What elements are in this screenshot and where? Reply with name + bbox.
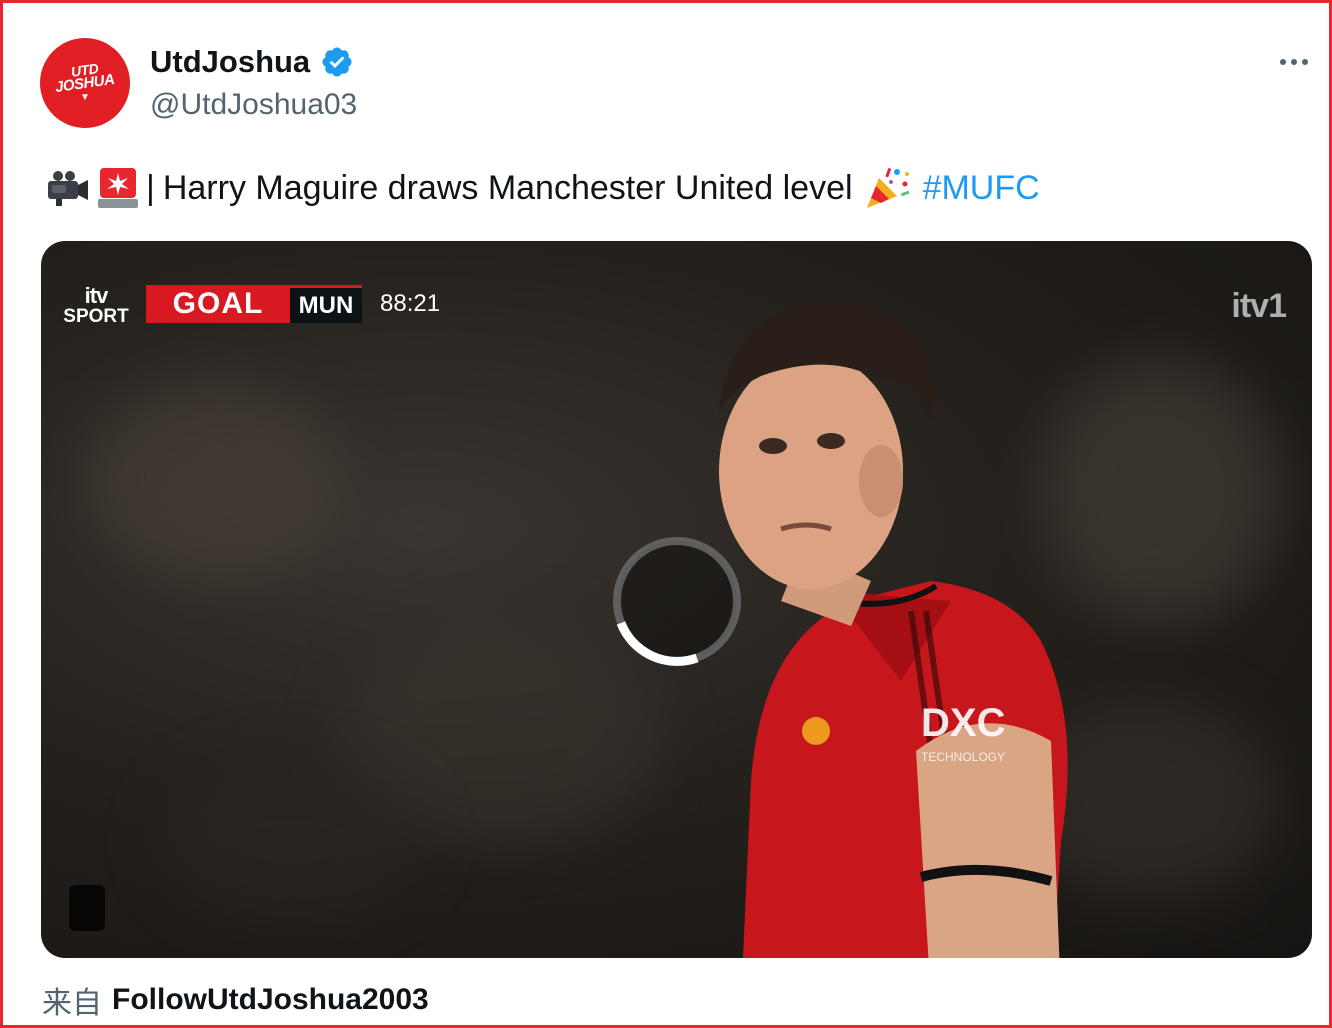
author-display-name[interactable]: UtdJoshua	[150, 44, 310, 80]
avatar[interactable]: UTD JOSHUA ▼	[40, 38, 130, 128]
microphone-icon: ▼	[80, 91, 90, 103]
scorebug-event: GOAL	[146, 285, 290, 323]
source-prefix: 来自	[42, 986, 102, 1021]
author-name-row: UtdJoshua	[150, 42, 354, 82]
source-attribution: 来自 FollowUtdJoshua2003	[42, 980, 429, 1021]
scorebug: GOAL MUN 88:21	[146, 285, 440, 323]
party-popper-emoji	[866, 167, 910, 208]
crowd-blur	[81, 381, 341, 581]
more-horizontal-icon[interactable]	[1272, 48, 1316, 76]
verified-badge-icon	[322, 47, 352, 77]
svg-text:TECHNOLOGY: TECHNOLOGY	[921, 750, 1005, 764]
svg-text:DXC: DXC	[921, 701, 1005, 745]
broadcaster-top: itv	[84, 283, 109, 308]
broadcaster-bottom: SPORT	[63, 306, 129, 327]
crowd-blur	[161, 761, 421, 921]
tweet-separator: |	[146, 168, 155, 207]
itv1-logo: itv1	[1231, 287, 1287, 325]
loading-spinner-icon	[613, 537, 741, 666]
police-light-emoji	[98, 168, 138, 208]
pause-button-icon[interactable]	[69, 885, 105, 931]
tweet-text: | Harry Maguire draws Manchester United …	[44, 162, 1040, 214]
scorebug-team: MUN	[290, 285, 362, 323]
tweet-body: Harry Maguire draws Manchester United le…	[162, 168, 853, 207]
video-camera-emoji	[48, 171, 88, 206]
avatar-text-line2: JOSHUA	[54, 70, 116, 97]
video-player[interactable]: DXC TECHNOLOGY itv SPORT GOAL MUN 88:21 …	[41, 241, 1312, 958]
player-figure: DXC TECHNOLOGY	[719, 301, 1068, 958]
match-clock: 88:21	[380, 290, 441, 317]
hashtag-link[interactable]: #MUFC	[923, 169, 1040, 208]
source-name-link[interactable]: FollowUtdJoshua2003	[112, 983, 429, 1017]
author-handle[interactable]: @UtdJoshua03	[150, 88, 357, 122]
itv-sport-logo: itv SPORT	[61, 283, 131, 327]
